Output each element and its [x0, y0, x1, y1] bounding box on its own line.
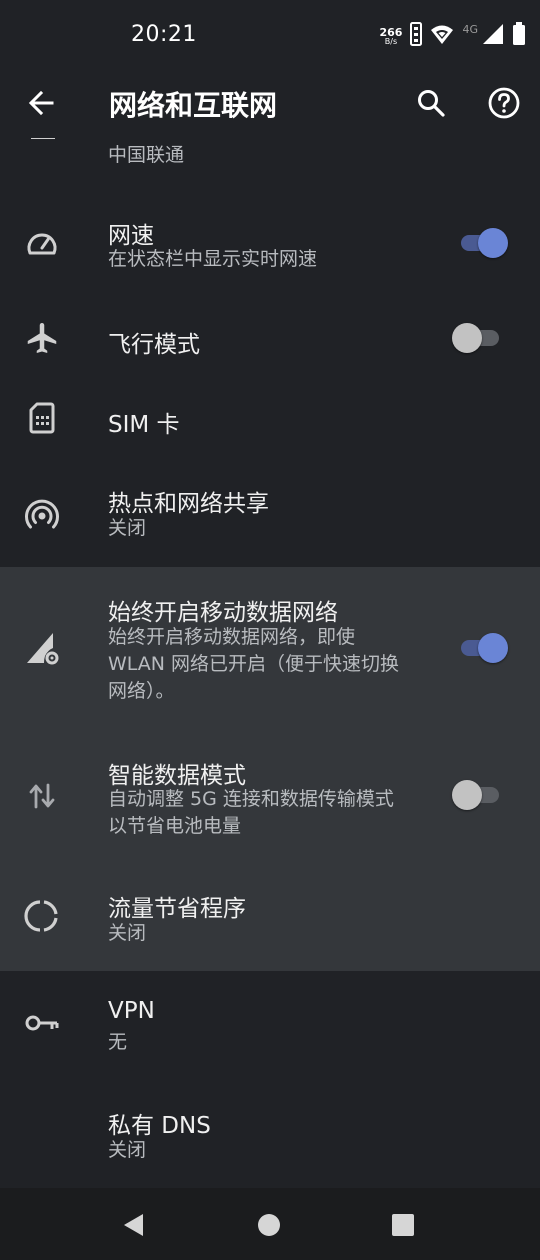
- status-icons: 266 B/s 4G: [380, 22, 527, 50]
- airplane-icon: [22, 318, 62, 358]
- smart-data-mode-row[interactable]: 智能数据模式 自动调整 5G 连接和数据传输模式以节省电池电量: [0, 746, 540, 846]
- smart-data-mode-title: 智能数据模式: [108, 763, 246, 789]
- hotspot-icon: [22, 494, 62, 534]
- status-time: 20:21: [131, 22, 197, 47]
- data-saver-subtitle: 关闭: [108, 922, 147, 944]
- vpn-subtitle: 无: [108, 1031, 128, 1053]
- network-type-label: 4G: [462, 22, 478, 36]
- airplane-mode-row[interactable]: 飞行模式: [0, 303, 540, 373]
- help-button[interactable]: [481, 80, 527, 126]
- airplane-mode-toggle[interactable]: [452, 321, 513, 355]
- wifi-icon: [430, 23, 454, 49]
- speedometer-icon: [22, 224, 62, 264]
- signal-settings-icon: [22, 628, 62, 668]
- triangle-back-icon: [124, 1214, 143, 1236]
- vibrate-icon: [410, 22, 423, 50]
- sim-card-row[interactable]: SIM 卡: [0, 383, 540, 453]
- key-icon: [22, 1003, 62, 1043]
- data-saver-icon: [22, 896, 62, 936]
- vpn-title: VPN: [108, 998, 155, 1024]
- net-speed-row[interactable]: 网速 在状态栏中显示实时网速: [0, 198, 540, 288]
- carrier-row[interactable]: 中国联通: [0, 138, 540, 178]
- mobile-data-always-on-row[interactable]: 始终开启移动数据网络 始终开启移动数据网络，即使 WLAN 网络已开启（便于快速…: [0, 585, 540, 715]
- screen: 20:21 266 B/s 4G 网络和互联网 中国联通 网速 在状态栏中显示实…: [0, 0, 540, 1260]
- airplane-mode-toggle-thumb: [452, 323, 482, 353]
- signal-icon: [482, 23, 504, 49]
- mobile-data-always-on-subtitle: 始终开启移动数据网络，即使 WLAN 网络已开启（便于快速切换网络）。: [108, 626, 400, 702]
- nav-home-button[interactable]: [252, 1208, 286, 1242]
- data-saver-title: 流量节省程序: [108, 896, 246, 922]
- status-bar: 20:21 266 B/s 4G: [0, 0, 540, 68]
- data-saver-row[interactable]: 流量节省程序 关闭: [0, 873, 540, 963]
- sim-card-title: SIM 卡: [108, 412, 180, 438]
- nav-back-button[interactable]: [117, 1208, 151, 1242]
- mobile-data-always-on-toggle[interactable]: [453, 631, 513, 665]
- search-button[interactable]: [408, 80, 454, 126]
- net-speed-title: 网速: [108, 223, 154, 249]
- vpn-row[interactable]: VPN 无: [0, 983, 540, 1073]
- toolbar: 网络和互联网: [0, 68, 540, 138]
- search-icon: [418, 90, 445, 117]
- smart-data-mode-toggle-thumb: [452, 780, 482, 810]
- help-icon: [488, 87, 520, 119]
- smart-data-mode-subtitle: 自动调整 5G 连接和数据传输模式以节省电池电量: [108, 788, 394, 837]
- mobile-data-always-on-toggle-thumb: [478, 633, 508, 663]
- net-speed-toggle-thumb: [478, 228, 508, 258]
- navigation-bar: [0, 1188, 540, 1260]
- page-title: 网络和互联网: [109, 89, 278, 122]
- hotspot-subtitle: 关闭: [108, 517, 147, 539]
- net-speed-toggle[interactable]: [453, 226, 513, 260]
- hotspot-row[interactable]: 热点和网络共享 关闭: [0, 468, 540, 558]
- net-speed-subtitle: 在状态栏中显示实时网速: [108, 248, 318, 270]
- carrier-name: 中国联通: [108, 144, 185, 166]
- circle-home-icon: [258, 1214, 280, 1236]
- net-speed-unit: B/s: [384, 36, 398, 46]
- airplane-mode-title: 飞行模式: [108, 332, 200, 358]
- back-button[interactable]: [18, 80, 64, 126]
- private-dns-title: 私有 DNS: [108, 1113, 211, 1139]
- net-speed-indicator: 266 B/s: [380, 27, 403, 46]
- sim-card-icon: [22, 398, 62, 438]
- hotspot-title: 热点和网络共享: [108, 491, 269, 517]
- data-transfer-icon: [22, 776, 62, 816]
- net-speed-value: 266: [379, 25, 403, 39]
- private-dns-row[interactable]: 私有 DNS 关闭: [0, 1091, 540, 1181]
- smart-data-mode-toggle[interactable]: [452, 778, 513, 812]
- square-recents-icon: [392, 1214, 414, 1236]
- mobile-network-icon: [22, 138, 62, 158]
- settings-list: 中国联通 网速 在状态栏中显示实时网速 飞行模式 SIM 卡 热点和网络共享 关…: [0, 138, 540, 1188]
- mobile-data-always-on-title: 始终开启移动数据网络: [108, 600, 338, 626]
- arrow-back-icon: [28, 90, 54, 116]
- battery-icon: [512, 22, 526, 50]
- nav-recents-button[interactable]: [386, 1208, 420, 1242]
- private-dns-subtitle: 关闭: [108, 1139, 147, 1161]
